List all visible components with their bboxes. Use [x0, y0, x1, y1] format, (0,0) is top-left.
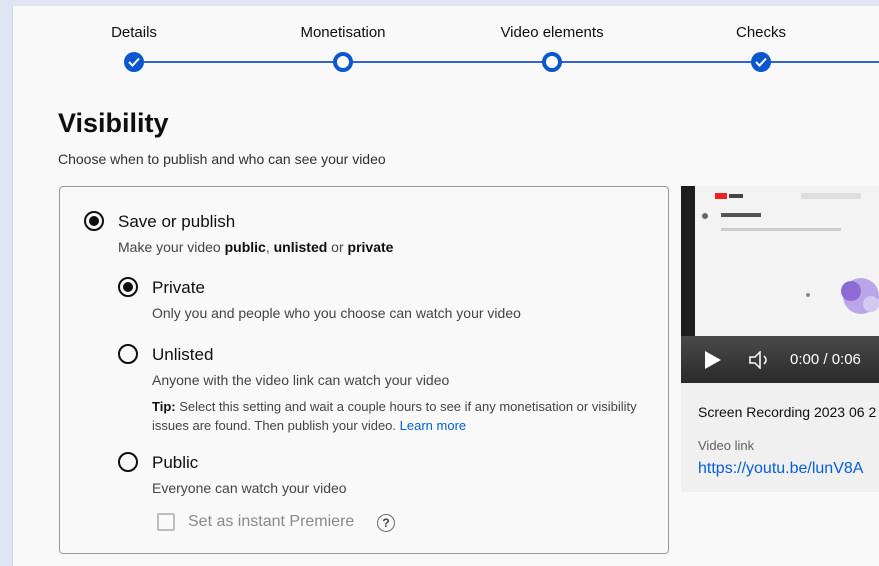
step-checks-check-icon[interactable] — [751, 52, 771, 72]
private-radio[interactable] — [118, 277, 138, 297]
video-frame-image — [695, 186, 879, 336]
step-details-label[interactable]: Details — [111, 24, 157, 41]
step-video-elements-label[interactable]: Video elements — [500, 24, 603, 41]
public-radio[interactable] — [118, 452, 138, 472]
step-monetisation-dot-icon[interactable] — [333, 52, 353, 72]
video-title: Screen Recording 2023 06 2 — [698, 404, 877, 420]
video-time: 0:00 / 0:06 — [790, 351, 861, 368]
private-label[interactable]: Private — [152, 278, 205, 298]
save-or-publish-desc: Make your video public, unlisted or priv… — [118, 239, 394, 255]
step-checks-label[interactable]: Checks — [736, 24, 786, 41]
page-subtitle: Choose when to publish and who can see y… — [58, 151, 386, 167]
video-thumbnail[interactable]: 0:00 / 0:06 — [681, 186, 879, 383]
instant-premiere-label[interactable]: Set as instant Premiere — [188, 513, 354, 531]
instant-premiere-checkbox[interactable] — [157, 513, 175, 531]
save-or-publish-label[interactable]: Save or publish — [118, 212, 235, 232]
save-or-publish-radio[interactable] — [84, 211, 104, 231]
unlisted-tip: Tip: Select this setting and wait a coup… — [152, 399, 637, 433]
step-details-check-icon[interactable] — [124, 52, 144, 72]
video-link-label: Video link — [698, 438, 755, 453]
video-link[interactable]: https://youtu.be/lunV8A — [698, 460, 863, 478]
volume-icon[interactable] — [749, 351, 773, 369]
unlisted-radio[interactable] — [118, 344, 138, 364]
public-desc: Everyone can watch your video — [152, 480, 347, 496]
page-title: Visibility — [58, 108, 169, 138]
unlisted-desc: Anyone with the video link can watch you… — [152, 372, 450, 388]
help-icon[interactable]: ? — [377, 514, 395, 532]
visibility-options-panel: Save or publish Make your video public, … — [59, 186, 669, 554]
private-desc: Only you and people who you choose can w… — [152, 305, 521, 321]
step-video-elements-dot-icon[interactable] — [542, 52, 562, 72]
play-icon[interactable] — [705, 351, 721, 369]
public-label[interactable]: Public — [152, 453, 198, 473]
learn-more-link[interactable]: Learn more — [400, 418, 466, 433]
unlisted-label[interactable]: Unlisted — [152, 345, 213, 365]
step-monetisation-label[interactable]: Monetisation — [300, 24, 385, 41]
